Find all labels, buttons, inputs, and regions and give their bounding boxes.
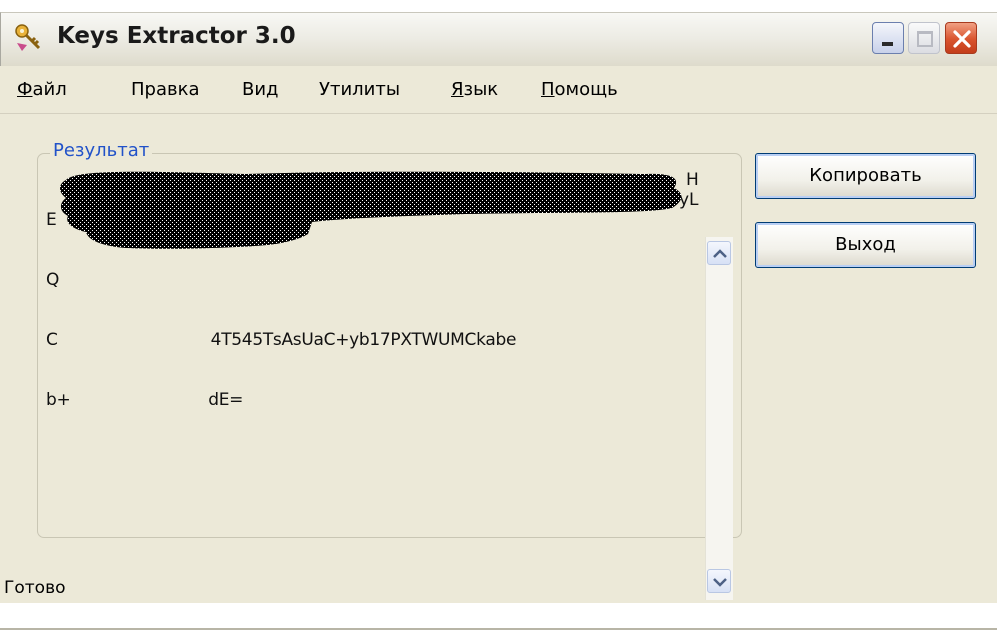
result-line-tail: H <box>686 170 699 190</box>
menu-separator <box>0 113 997 114</box>
copy-button[interactable]: Копировать <box>755 153 976 199</box>
result-textbox[interactable]: E Q C 4Т545ТsAsUaC+yb17PXTWUMCkabe b+ dE… <box>46 170 701 530</box>
menu-utilities[interactable]: Утилиты <box>319 79 400 100</box>
chevron-up-icon <box>713 249 727 258</box>
menu-file[interactable]: Файл <box>17 79 67 100</box>
exit-button-label: Выход <box>835 234 896 255</box>
minimize-button[interactable] <box>872 22 904 54</box>
copy-button-label: Копировать <box>809 165 922 186</box>
close-button[interactable] <box>945 22 977 54</box>
chevron-down-icon <box>713 578 727 587</box>
menu-bar: Файл Правка Вид Утилиты Язык Помощь <box>0 66 997 106</box>
result-line-tail: yL <box>679 190 699 210</box>
result-line: b+ dE= <box>46 390 244 410</box>
result-line: Q <box>46 270 60 290</box>
window-title: Keys Extractor 3.0 <box>57 23 296 49</box>
scroll-up-button[interactable] <box>707 241 731 265</box>
app-icon <box>15 24 41 51</box>
result-group-label: Результат <box>50 140 153 161</box>
result-line: E <box>46 210 57 230</box>
menu-language[interactable]: Язык <box>451 79 498 100</box>
client-area: Файл Правка Вид Утилиты Язык Помощь Резу… <box>0 66 997 631</box>
menu-help[interactable]: Помощь <box>541 79 618 100</box>
menu-edit[interactable]: Правка <box>131 79 200 100</box>
result-scrollbar[interactable] <box>705 237 733 600</box>
title-bar[interactable]: Keys Extractor 3.0 <box>0 12 997 66</box>
status-text: Готово <box>4 578 66 598</box>
menu-view[interactable]: Вид <box>242 79 279 100</box>
keys-extractor-window: Keys Extractor 3.0 Файл Правка Вид Утили… <box>0 0 997 631</box>
maximize-button[interactable] <box>908 22 940 54</box>
close-icon <box>953 30 971 48</box>
scroll-down-button[interactable] <box>707 569 731 593</box>
result-line: C 4Т545ТsAsUaC+yb17PXTWUMCkabe <box>46 330 517 350</box>
result-group: Результат E Q C 4Т545ТsAsUaC+yb17PXTWUMC… <box>37 140 742 538</box>
exit-button[interactable]: Выход <box>755 222 976 268</box>
